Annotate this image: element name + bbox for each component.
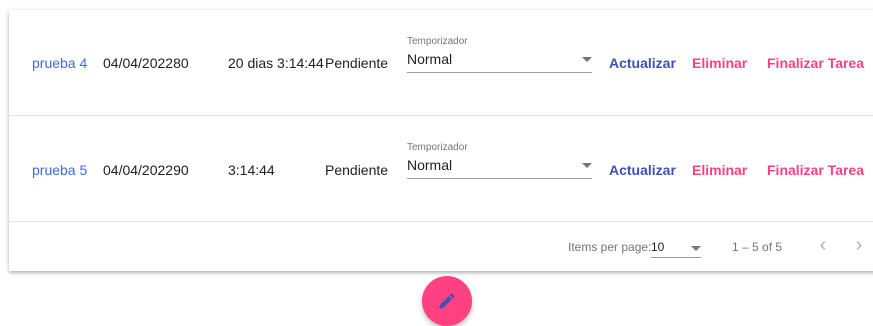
task-status: Pendiente (325, 55, 389, 71)
delete-button[interactable]: Eliminar (692, 55, 747, 71)
timer-select-value: Normal (407, 51, 453, 67)
select-underline (651, 257, 701, 258)
update-button[interactable]: Actualizar (609, 55, 676, 71)
chevron-left-icon[interactable]: ‹ (813, 235, 833, 256)
task-time: 3:14:44 (228, 162, 275, 178)
finish-task-button[interactable]: Finalizar Tarea (767, 55, 864, 71)
dropdown-arrow-icon (582, 163, 592, 168)
page-size-select[interactable]: 10 (651, 236, 701, 260)
table-row: prueba 4 04/04/202280 20 dias 3:14:44 Pe… (9, 10, 873, 116)
task-status: Pendiente (325, 162, 389, 178)
dropdown-arrow-icon (691, 246, 701, 251)
page-size-value: 10 (651, 240, 665, 254)
items-per-page-label: Items per page: (568, 240, 652, 254)
table-row: prueba 5 04/04/202290 3:14:44 Pendiente … (9, 116, 873, 222)
timer-select[interactable]: Temporizador Normal (407, 36, 592, 76)
timer-select-value: Normal (407, 157, 453, 173)
tasks-table-card: prueba 4 04/04/202280 20 dias 3:14:44 Pe… (9, 10, 873, 271)
select-underline (407, 72, 592, 73)
select-underline (407, 178, 592, 179)
task-name-link[interactable]: prueba 4 (32, 55, 87, 71)
page-range-label: 1 – 5 of 5 (732, 240, 783, 254)
timer-select[interactable]: Temporizador Normal (407, 142, 592, 182)
pencil-icon (439, 293, 455, 309)
chevron-right-icon[interactable]: › (849, 235, 869, 256)
delete-button[interactable]: Eliminar (692, 162, 747, 178)
task-date: 04/04/202280 (103, 55, 189, 71)
dropdown-arrow-icon (582, 57, 592, 62)
task-name-link[interactable]: prueba 5 (32, 162, 87, 178)
timer-select-label: Temporizador (407, 142, 468, 153)
edit-fab-button[interactable] (422, 276, 472, 326)
finish-task-button[interactable]: Finalizar Tarea (767, 162, 864, 178)
task-time: 20 dias 3:14:44 (228, 55, 324, 71)
timer-select-label: Temporizador (407, 36, 468, 47)
task-date: 04/04/202290 (103, 162, 189, 178)
update-button[interactable]: Actualizar (609, 162, 676, 178)
paginator: Items per page: 10 1 – 5 of 5 ‹ › (9, 222, 873, 271)
